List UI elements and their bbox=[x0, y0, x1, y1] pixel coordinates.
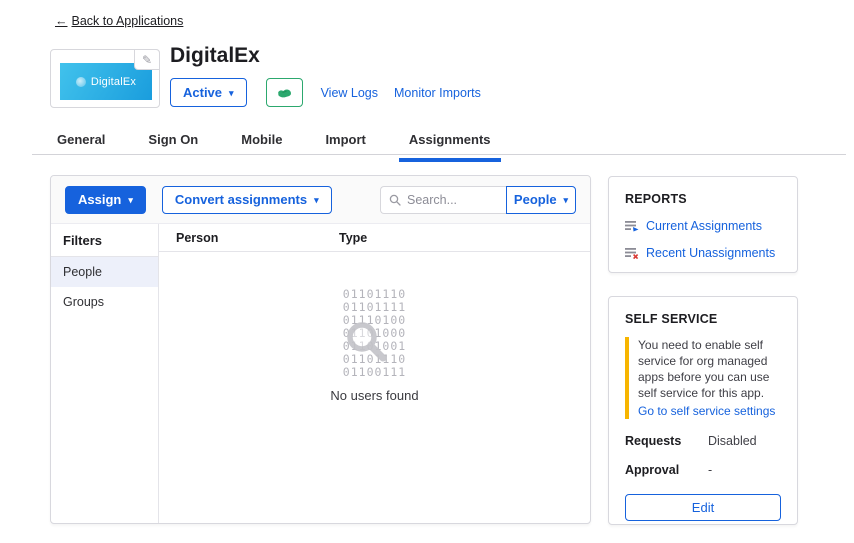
monitor-imports-link[interactable]: Monitor Imports bbox=[394, 86, 481, 100]
search-group: People ▾ bbox=[380, 186, 576, 214]
edit-self-service-button[interactable]: Edit bbox=[625, 494, 781, 521]
search-icon bbox=[389, 194, 401, 206]
back-link-label: Back to Applications bbox=[72, 14, 184, 28]
tab-import[interactable]: Import bbox=[315, 132, 375, 162]
back-arrow-icon: ← bbox=[55, 14, 68, 28]
caret-down-icon: ▾ bbox=[229, 89, 234, 98]
tab-bar: General Sign On Mobile Import Assignment… bbox=[47, 132, 524, 162]
assignments-toolbar: Assign ▾ Convert assignments ▾ bbox=[51, 176, 590, 224]
handshake-icon bbox=[276, 87, 293, 99]
search-scope-dropdown[interactable]: People ▾ bbox=[506, 186, 576, 214]
assign-button-label: Assign bbox=[78, 192, 121, 207]
edit-logo-button[interactable]: ✎ bbox=[134, 49, 160, 70]
search-box bbox=[380, 186, 506, 214]
current-assignments-link[interactable]: Current Assignments bbox=[625, 219, 781, 233]
current-assignments-label: Current Assignments bbox=[646, 219, 762, 233]
app-logo-label: DigitalEx bbox=[91, 76, 136, 88]
reports-title: REPORTS bbox=[625, 192, 781, 206]
magnifier-icon bbox=[343, 318, 391, 366]
requests-row: Requests Disabled bbox=[625, 434, 781, 448]
status-dropdown-button[interactable]: Active ▾ bbox=[170, 78, 247, 107]
status-label: Active bbox=[183, 85, 222, 100]
reports-panel: REPORTS Current Assignments bbox=[608, 176, 798, 273]
header-actions: Active ▾ View Logs Monitor Imports bbox=[170, 78, 481, 107]
requests-label: Requests bbox=[625, 434, 708, 448]
requests-value: Disabled bbox=[708, 434, 757, 448]
provisioning-status-button[interactable] bbox=[266, 78, 303, 107]
digitalex-logo-mark-icon bbox=[76, 77, 86, 87]
page-title: DigitalEx bbox=[170, 44, 260, 68]
tab-mobile[interactable]: Mobile bbox=[231, 132, 292, 162]
tab-sign-on[interactable]: Sign On bbox=[138, 132, 208, 162]
filters-sidebar: Filters People Groups bbox=[51, 224, 159, 523]
table-header-row: Person Type bbox=[159, 224, 590, 252]
caret-down-icon: ▾ bbox=[314, 196, 319, 205]
view-logs-link[interactable]: View Logs bbox=[321, 86, 378, 100]
binary-art-line: 01100111 bbox=[159, 366, 590, 379]
app-settings-page: ← Back to Applications DigitalEx ✎ Digita… bbox=[0, 0, 854, 543]
report-list-arrow-icon bbox=[625, 220, 639, 232]
assign-button[interactable]: Assign ▾ bbox=[65, 186, 146, 214]
approval-value: - bbox=[708, 463, 712, 477]
approval-row: Approval - bbox=[625, 463, 781, 477]
self-service-warning: You need to enable self service for org … bbox=[625, 337, 781, 419]
recent-unassignments-link[interactable]: Recent Unassignments bbox=[625, 246, 781, 260]
column-header-person: Person bbox=[159, 231, 339, 245]
tab-assignments[interactable]: Assignments bbox=[399, 132, 501, 162]
filters-title: Filters bbox=[51, 224, 158, 257]
convert-assignments-button[interactable]: Convert assignments ▾ bbox=[162, 186, 332, 214]
approval-label: Approval bbox=[625, 463, 708, 477]
warning-bar-icon bbox=[625, 337, 629, 419]
filter-item-groups[interactable]: Groups bbox=[51, 287, 158, 317]
empty-state: 01101110 01101111 01110100 01101000 0110… bbox=[159, 288, 590, 403]
self-service-panel: SELF SERVICE You need to enable self ser… bbox=[608, 296, 798, 525]
empty-state-message: No users found bbox=[159, 388, 590, 403]
caret-down-icon: ▾ bbox=[564, 196, 569, 205]
report-list-x-icon bbox=[625, 247, 639, 259]
assignments-table: Person Type 01101110 01101111 01110100 0… bbox=[159, 224, 590, 523]
warning-text: You need to enable self service for org … bbox=[638, 337, 781, 401]
column-header-type: Type bbox=[339, 231, 367, 245]
assignments-panel: Assign ▾ Convert assignments ▾ bbox=[50, 175, 591, 524]
self-service-title: SELF SERVICE bbox=[625, 312, 781, 326]
pencil-icon: ✎ bbox=[142, 53, 152, 67]
assignments-body: Filters People Groups Person Type 011011… bbox=[51, 224, 590, 523]
search-input[interactable] bbox=[407, 193, 498, 207]
recent-unassignments-label: Recent Unassignments bbox=[646, 246, 775, 260]
search-scope-label: People bbox=[514, 192, 557, 207]
tab-general[interactable]: General bbox=[47, 132, 115, 162]
caret-down-icon: ▾ bbox=[128, 196, 133, 205]
self-service-settings-link[interactable]: Go to self service settings bbox=[638, 403, 781, 419]
app-logo-card: DigitalEx ✎ bbox=[50, 49, 160, 108]
convert-assignments-label: Convert assignments bbox=[175, 192, 307, 207]
filter-item-people[interactable]: People bbox=[51, 257, 158, 287]
back-to-applications-link[interactable]: ← Back to Applications bbox=[55, 14, 183, 28]
